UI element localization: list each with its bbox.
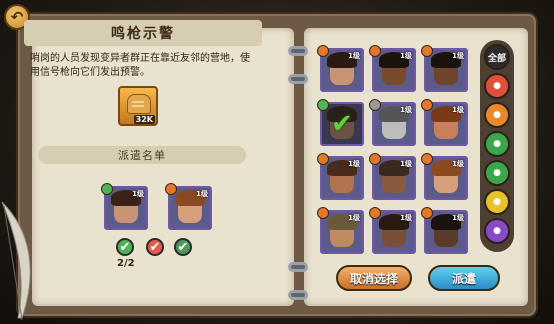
survivor-level: 1级: [132, 190, 144, 198]
selected-overlay: ✔: [322, 104, 362, 144]
survivor-level: 1级: [400, 106, 412, 114]
bread-icon: [127, 94, 151, 114]
faction-badge-icon: [317, 207, 329, 219]
faction-badge-icon: [165, 183, 177, 195]
quill-decoration: [1, 201, 31, 321]
dispatch-list-header: 派遣名单: [38, 146, 246, 164]
survivor-level: 1级: [400, 52, 412, 60]
faction-badge-icon: [317, 153, 329, 165]
requirement-count: 2/2: [117, 258, 135, 269]
survivor-level: 1级: [196, 190, 208, 198]
reward-quantity: 32K: [133, 115, 155, 124]
filter-skull-icon[interactable]: ●: [484, 218, 510, 244]
requirement-check-icon: ✔: [146, 238, 164, 256]
requirement-check-icon: ✔: [174, 238, 192, 256]
reward-item[interactable]: 32K: [118, 86, 158, 126]
survivor-level: 1级: [452, 52, 464, 60]
mission-description: 哨岗的人员发现变异者群正在靠近友邻的营地，使用信号枪向它们发出预警。: [30, 53, 250, 78]
survivor-level: 1级: [452, 214, 464, 222]
filter-all-filter[interactable]: 全部: [484, 44, 510, 70]
book-rings: [288, 32, 308, 302]
faction-badge-icon: [101, 183, 113, 195]
filter-crown-icon[interactable]: ●: [484, 189, 510, 215]
faction-badge-icon: [369, 207, 381, 219]
back-arrow-icon: ↶: [10, 8, 24, 26]
faction-badge-icon: [369, 99, 381, 111]
survivor-level: 1级: [348, 160, 360, 168]
survivor-level: 1级: [348, 214, 360, 222]
filter-fist-icon[interactable]: ●: [484, 102, 510, 128]
survivor-level: 1级: [400, 160, 412, 168]
faction-badge-icon: [421, 153, 433, 165]
check-icon: ✔: [331, 109, 353, 139]
faction-badge-icon: [369, 153, 381, 165]
survivor-level: 1级: [452, 160, 464, 168]
faction-badge-icon: [369, 45, 381, 57]
faction-badge-icon: [421, 207, 433, 219]
faction-badge-icon: [421, 45, 433, 57]
dispatch-button[interactable]: 派遣: [428, 265, 500, 291]
survivor-level: 1级: [348, 52, 360, 60]
filter-arrow-down-icon[interactable]: ●: [484, 73, 510, 99]
cancel-selection-button[interactable]: 取消选择: [336, 265, 412, 291]
filter-mask-icon[interactable]: ●: [484, 160, 510, 186]
faction-badge-icon: [317, 99, 329, 111]
requirement-check-icon: ✔: [116, 238, 134, 256]
filter-leaf-icon[interactable]: ●: [484, 131, 510, 157]
faction-badge-icon: [317, 45, 329, 57]
faction-badge-icon: [421, 99, 433, 111]
survivor-level: 1级: [452, 106, 464, 114]
survivor-level: 1级: [400, 214, 412, 222]
mission-title: 鸣枪示警: [24, 20, 262, 46]
